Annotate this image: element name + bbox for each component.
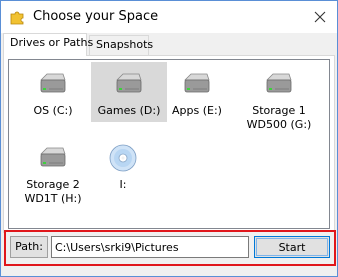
close-button[interactable]	[303, 1, 337, 33]
path-bar: Path: Start	[4, 230, 336, 266]
drive-item-h[interactable]: Storage 2 WD1T (H:)	[15, 136, 91, 210]
path-input[interactable]	[51, 236, 249, 258]
window-title: Choose your Space	[33, 9, 159, 24]
puzzle-piece-icon	[9, 9, 25, 25]
hard-drive-icon	[181, 68, 213, 100]
hard-drive-icon	[263, 68, 295, 100]
tab-drives-or-paths[interactable]: Drives or Paths	[3, 33, 93, 56]
drive-label: Games (D:)	[97, 104, 161, 117]
drive-list[interactable]: OS (C:) Games (D:) Apps (E:) Storage 1 W…	[8, 59, 330, 229]
tab-snapshots[interactable]: Snapshots	[89, 35, 153, 55]
drive-label: I:	[119, 178, 127, 191]
drive-item-d[interactable]: Games (D:)	[91, 62, 167, 122]
start-button[interactable]: Start	[254, 236, 330, 258]
title-bar: Choose your Space	[1, 1, 337, 33]
drive-item-c[interactable]: OS (C:)	[15, 62, 91, 122]
drive-item-g[interactable]: Storage 1 WD500 (G:)	[237, 62, 321, 136]
choose-space-window: Choose your Space Drives or Paths Snapsh…	[0, 0, 338, 277]
drive-label: Apps (E:)	[172, 104, 222, 117]
drive-label: Storage 1 WD500 (G:)	[246, 104, 312, 131]
hard-drive-icon	[37, 68, 69, 100]
hard-drive-icon	[37, 142, 69, 174]
optical-disc-icon	[107, 142, 139, 174]
tab-panel: OS (C:) Games (D:) Apps (E:) Storage 1 W…	[3, 55, 335, 233]
close-icon	[314, 11, 326, 23]
path-label: Path:	[10, 236, 48, 258]
drive-label: Storage 2 WD1T (H:)	[24, 178, 82, 205]
drive-label: OS (C:)	[33, 104, 73, 117]
hard-drive-icon	[113, 68, 145, 100]
drive-item-e[interactable]: Apps (E:)	[159, 62, 235, 122]
tab-strip: Drives or Paths Snapshots	[1, 33, 337, 56]
drive-item-i[interactable]: I:	[85, 136, 161, 196]
